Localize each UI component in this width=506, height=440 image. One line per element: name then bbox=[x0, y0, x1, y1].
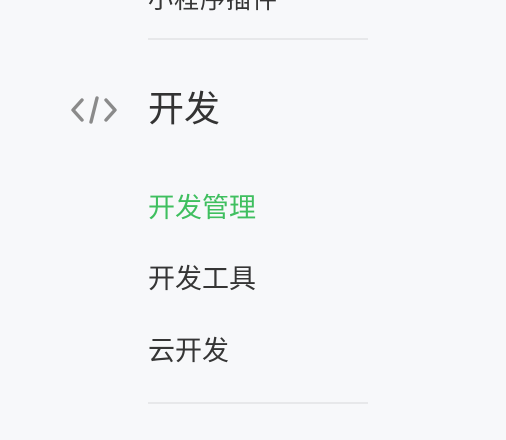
divider bbox=[148, 402, 368, 404]
section-title: 开发 bbox=[148, 89, 221, 130]
truncated-menu-item[interactable]: 小程序插件 bbox=[148, 0, 278, 16]
menu-item-dev-management[interactable]: 开发管理 bbox=[148, 192, 256, 226]
menu-item-dev-tools[interactable]: 开发工具 bbox=[148, 263, 256, 297]
divider bbox=[148, 38, 368, 40]
code-icon bbox=[71, 96, 117, 124]
sidebar-menu: 小程序插件 开发 开发管理 开发工具 云开发 bbox=[0, 0, 506, 440]
section-header-development: 开发 bbox=[70, 84, 370, 136]
menu-item-cloud-dev[interactable]: 云开发 bbox=[148, 335, 229, 369]
